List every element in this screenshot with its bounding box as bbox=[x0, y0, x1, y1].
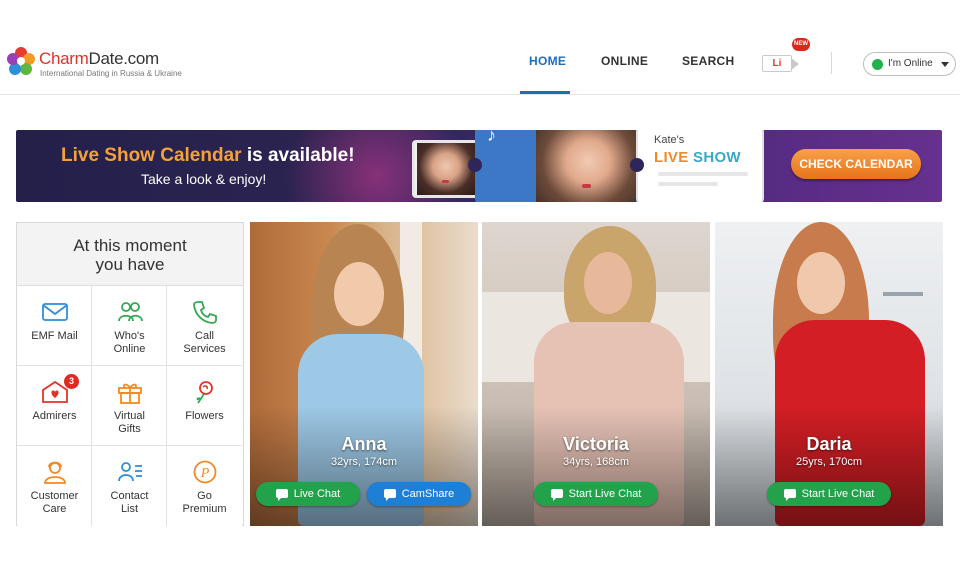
ticket-show: SHOW bbox=[693, 149, 741, 166]
live-chat-button-label: Live Chat bbox=[293, 488, 341, 500]
photo-face bbox=[334, 262, 384, 326]
ticket-notch bbox=[630, 158, 644, 172]
ticket-model-name: Kate's bbox=[654, 134, 685, 146]
photo-wall-lamp bbox=[883, 292, 923, 296]
profile-card-daria[interactable]: Daria 25yrs, 170cm Start Live Chat bbox=[715, 222, 943, 526]
lips-mark-main bbox=[582, 184, 591, 188]
service-call-services[interactable]: Call Services bbox=[167, 286, 242, 366]
service-contact-list[interactable]: Contact List bbox=[92, 446, 167, 526]
chat-bubble-icon bbox=[275, 489, 288, 501]
service-customer-care[interactable]: Customer Care bbox=[17, 446, 92, 526]
service-go-premium[interactable]: P Go Premium bbox=[167, 446, 242, 526]
start-live-chat-button-label: Start Live Chat bbox=[801, 488, 875, 500]
profile-card-victoria[interactable]: Victoria 34yrs, 168cm Start Live Chat bbox=[482, 222, 710, 526]
photo-face bbox=[797, 252, 845, 314]
service-whos-online[interactable]: Who's Online bbox=[92, 286, 167, 366]
nav-home[interactable]: HOME bbox=[529, 54, 566, 94]
online-status-label: I'm Online bbox=[888, 58, 933, 69]
start-live-chat-button[interactable]: Start Live Chat bbox=[534, 482, 658, 506]
service-emf-mail[interactable]: EMF Mail bbox=[17, 286, 92, 366]
new-badge: NEW bbox=[792, 38, 810, 51]
service-label: EMF Mail bbox=[31, 330, 78, 342]
profile-card-anna[interactable]: Anna 32yrs, 174cm Live Chat CamShare bbox=[250, 222, 478, 526]
phone-icon bbox=[193, 301, 217, 324]
live-show-banner[interactable]: Live Show Calendar is available! Take a … bbox=[16, 130, 942, 202]
ticket-live-show: LIVE SHOW bbox=[654, 149, 741, 166]
model-photo-main bbox=[536, 130, 636, 202]
logo-wordmark-rest: Date.com bbox=[88, 49, 160, 68]
services-panel-header: At this moment you have bbox=[17, 223, 243, 286]
check-calendar-button[interactable]: CHECK CALENDAR bbox=[791, 149, 921, 179]
music-note-icon: ♪ bbox=[487, 130, 496, 145]
camera-bubble-icon bbox=[383, 489, 396, 501]
nav-online[interactable]: ONLINE bbox=[601, 54, 648, 94]
services-panel-title: At this moment you have bbox=[73, 236, 187, 274]
logo-wordmark: CharmDate.com bbox=[39, 49, 159, 69]
nav-search[interactable]: SEARCH bbox=[682, 54, 734, 94]
profile-age-height: 32yrs, 174cm bbox=[330, 456, 398, 468]
nav-active-indicator bbox=[520, 91, 570, 94]
live-chat-button[interactable]: Live Chat bbox=[256, 482, 360, 506]
chat-bubble-icon bbox=[783, 489, 796, 501]
mail-icon bbox=[42, 303, 68, 321]
top-navigation-bar: CharmDate.com International Dating in Ru… bbox=[0, 0, 960, 95]
banner-title: Live Show Calendar is available! bbox=[61, 145, 355, 167]
live-chat-icon-tail bbox=[791, 58, 799, 70]
profile-photo bbox=[715, 222, 943, 526]
chat-bubble-icon bbox=[550, 489, 563, 501]
people-icon bbox=[118, 302, 143, 322]
svg-text:P: P bbox=[200, 466, 210, 481]
profile-name: Daria bbox=[806, 434, 852, 454]
service-admirers[interactable]: 3 Admirers bbox=[17, 366, 92, 446]
service-label: Who's Online bbox=[113, 330, 146, 355]
ticket-line-1 bbox=[658, 172, 748, 176]
contact-list-icon bbox=[118, 462, 142, 482]
profile-photo bbox=[250, 222, 478, 526]
banner-subtitle: Take a look & enjoy! bbox=[141, 171, 267, 187]
live-chat-icon-label: Li bbox=[762, 55, 792, 72]
page: CharmDate.com International Dating in Ru… bbox=[0, 0, 960, 561]
chevron-down-icon bbox=[941, 62, 949, 67]
profile-photo bbox=[482, 222, 710, 526]
start-live-chat-button[interactable]: Start Live Chat bbox=[767, 482, 891, 506]
live-chat-icon[interactable]: Li bbox=[762, 53, 800, 73]
lips-mark bbox=[442, 180, 449, 183]
banner-title-rest: is available! bbox=[241, 145, 355, 166]
logo-wordmark-main: Charm bbox=[39, 49, 89, 68]
profile-age-height: 25yrs, 170cm bbox=[795, 456, 863, 468]
admirers-count-badge: 3 bbox=[64, 374, 79, 389]
profile-name: Anna bbox=[341, 434, 387, 454]
online-status-dropdown[interactable]: I'm Online bbox=[863, 52, 956, 76]
service-virtual-gifts[interactable]: Virtual Gifts bbox=[92, 366, 167, 446]
start-live-chat-button-label: Start Live Chat bbox=[568, 488, 642, 500]
site-logo[interactable]: CharmDate.com International Dating in Ru… bbox=[6, 46, 206, 84]
banner-title-highlight: Live Show Calendar bbox=[61, 145, 242, 166]
service-label: Call Services bbox=[183, 330, 226, 355]
rose-icon bbox=[196, 381, 213, 404]
service-label: Customer Care bbox=[30, 490, 79, 515]
profile-name: Victoria bbox=[563, 434, 629, 454]
logo-tagline: International Dating in Russia & Ukraine bbox=[40, 69, 182, 78]
ticket-line-2 bbox=[658, 182, 718, 186]
service-label: Go Premium bbox=[182, 490, 227, 515]
service-label: Admirers bbox=[32, 410, 77, 422]
service-label: Contact List bbox=[110, 490, 149, 515]
ticket-notch-left bbox=[468, 158, 482, 172]
camshare-button[interactable]: CamShare bbox=[367, 482, 471, 506]
gift-icon bbox=[118, 383, 142, 404]
service-label: Flowers bbox=[185, 410, 224, 422]
profile-age-height: 34yrs, 168cm bbox=[562, 456, 630, 468]
service-flowers[interactable]: Flowers bbox=[167, 366, 242, 446]
service-label: Virtual Gifts bbox=[114, 410, 145, 435]
ticket-live: LIVE bbox=[654, 149, 689, 166]
camshare-button-label: CamShare bbox=[401, 488, 455, 500]
photo-face bbox=[584, 252, 632, 314]
model-photo-small bbox=[417, 143, 475, 195]
online-status-dot bbox=[872, 59, 883, 70]
nav-divider bbox=[831, 52, 832, 74]
services-panel: At this moment you have EMF Mail Who's O… bbox=[16, 222, 244, 526]
premium-icon: P bbox=[193, 460, 217, 484]
logo-flower-icon bbox=[7, 47, 35, 75]
agent-icon bbox=[44, 461, 66, 484]
